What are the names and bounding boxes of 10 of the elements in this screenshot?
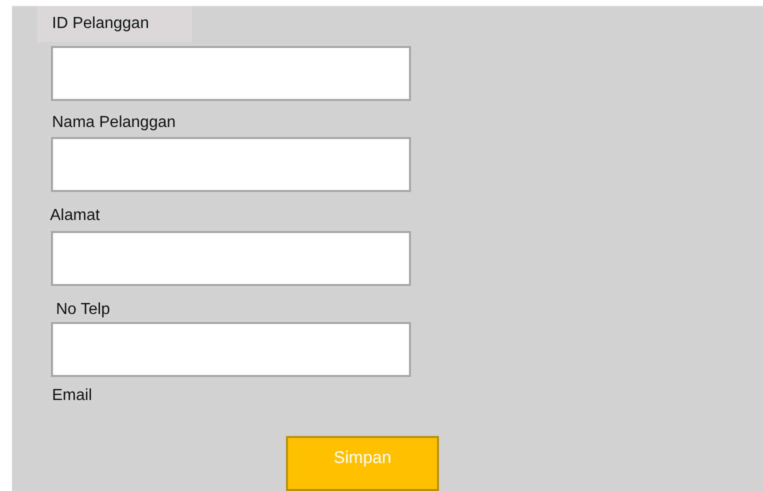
save-button[interactable]: Simpan — [286, 436, 439, 491]
input-field[interactable] — [51, 231, 411, 286]
input-field[interactable] — [51, 137, 411, 192]
field-label: No Telp — [55, 300, 110, 320]
input-field[interactable] — [51, 322, 411, 377]
field-label: ID Pelanggan — [37, 6, 192, 42]
field-label: Alamat — [49, 206, 100, 226]
input-field[interactable] — [51, 46, 411, 101]
field-label: Nama Pelanggan — [51, 113, 176, 133]
field-label: Email — [51, 386, 92, 406]
